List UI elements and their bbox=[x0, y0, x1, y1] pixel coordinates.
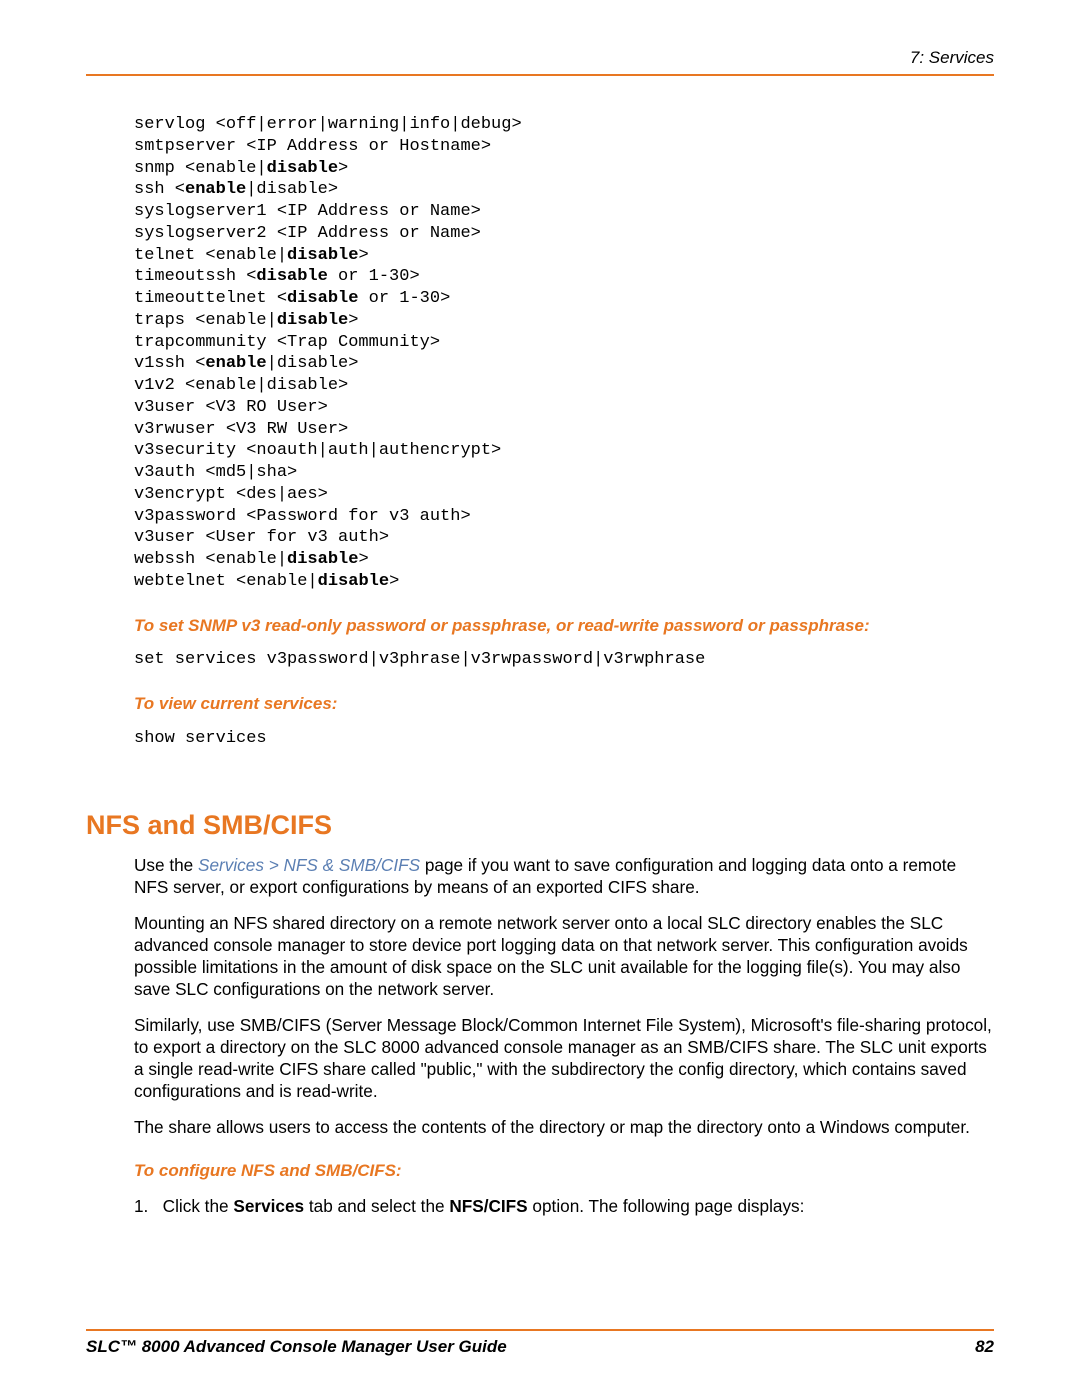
nfs-cifs-link[interactable]: Services > NFS & SMB/CIFS bbox=[198, 855, 420, 875]
page-footer: SLC™ 8000 Advanced Console Manager User … bbox=[86, 1329, 994, 1357]
footer-page-number: 82 bbox=[975, 1337, 994, 1357]
command-block: servlog <off|error|warning|info|debug> s… bbox=[134, 114, 994, 593]
footer-title: SLC™ 8000 Advanced Console Manager User … bbox=[86, 1337, 507, 1357]
content-area: servlog <off|error|warning|info|debug> s… bbox=[86, 76, 994, 1217]
page: 7: Services servlog <off|error|warning|i… bbox=[0, 0, 1080, 1397]
section-title: NFS and SMB/CIFS bbox=[86, 808, 994, 843]
page-header: 7: Services bbox=[86, 48, 994, 76]
chapter-label: 7: Services bbox=[910, 48, 994, 67]
command-snmp-set: set services v3password|v3phrase|v3rwpas… bbox=[134, 649, 994, 671]
command-show: show services bbox=[134, 728, 994, 750]
subheading-configure: To configure NFS and SMB/CIFS: bbox=[134, 1160, 994, 1182]
paragraph-2: Mounting an NFS shared directory on a re… bbox=[134, 912, 994, 1000]
subheading-snmp: To set SNMP v3 read-only password or pas… bbox=[134, 615, 994, 637]
subheading-view: To view current services: bbox=[134, 693, 994, 715]
paragraph-4: The share allows users to access the con… bbox=[134, 1116, 994, 1138]
paragraph-1: Use the Services > NFS & SMB/CIFS page i… bbox=[134, 854, 994, 898]
step-1: 1. Click the Services tab and select the… bbox=[134, 1195, 994, 1217]
paragraph-3: Similarly, use SMB/CIFS (Server Message … bbox=[134, 1014, 994, 1102]
